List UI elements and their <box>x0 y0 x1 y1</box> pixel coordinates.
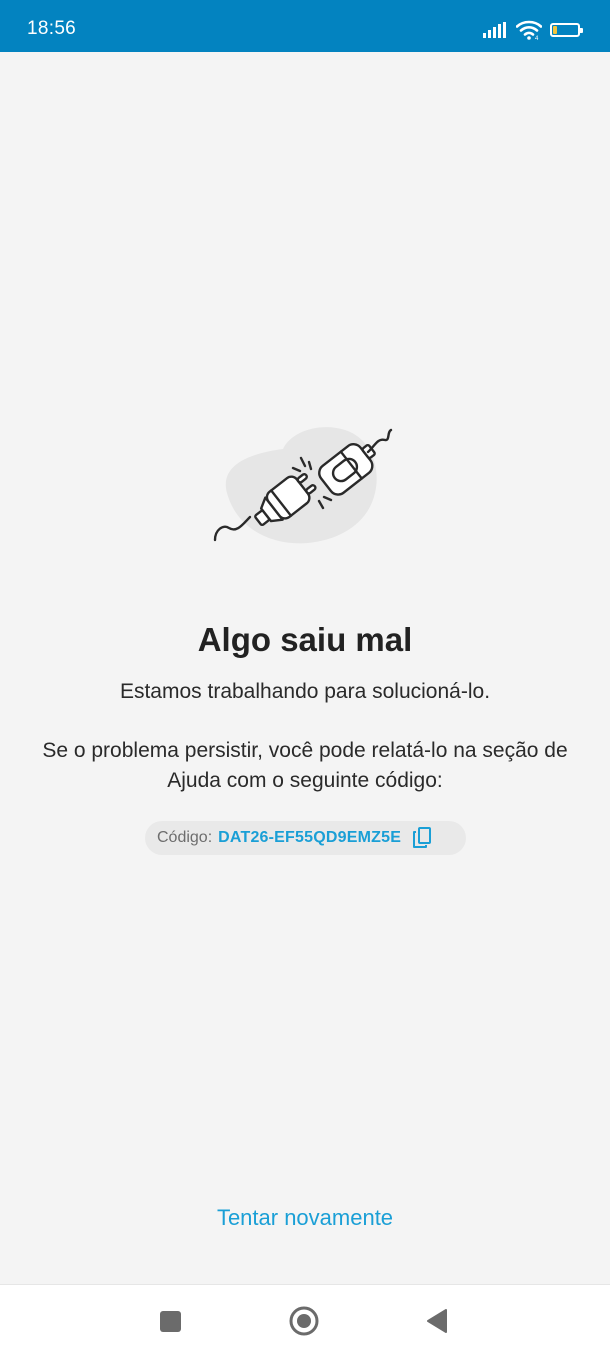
copy-icon[interactable] <box>411 826 433 850</box>
battery-level-text: 15 <box>558 24 572 36</box>
battery-nub <box>580 28 583 33</box>
unplugged-cable-icon <box>213 427 393 544</box>
error-title: Algo saiu mal <box>197 621 413 658</box>
home-icon <box>289 1306 319 1336</box>
error-code-value: DAT26-EF55QD9EMZ5E <box>218 829 402 846</box>
status-time: 18:56 <box>27 18 77 39</box>
status-icons: 4 15 <box>482 18 583 42</box>
battery-icon: 15 <box>550 23 583 37</box>
back-button[interactable] <box>420 1304 454 1338</box>
error-subtitle: Estamos trabalhando para solucioná-lo. <box>119 680 491 703</box>
error-code-chip[interactable]: Código: DAT26-EF55QD9EMZ5E <box>145 821 466 855</box>
recents-icon <box>159 1310 181 1332</box>
recents-button[interactable] <box>153 1304 187 1338</box>
retry-button[interactable]: Tentar novamente <box>0 1204 610 1232</box>
back-icon <box>427 1309 447 1333</box>
status-bar: 18:56 4 15 <box>0 0 610 52</box>
signal-icon <box>483 22 506 38</box>
wifi-icon: 4 <box>516 20 542 40</box>
home-button[interactable] <box>287 1304 321 1338</box>
error-code-label: Código: <box>157 829 213 846</box>
navigation-bar <box>0 1284 610 1356</box>
svg-text:4: 4 <box>535 36 539 40</box>
error-description: Se o problema persistir, você pode relat… <box>42 739 568 792</box>
